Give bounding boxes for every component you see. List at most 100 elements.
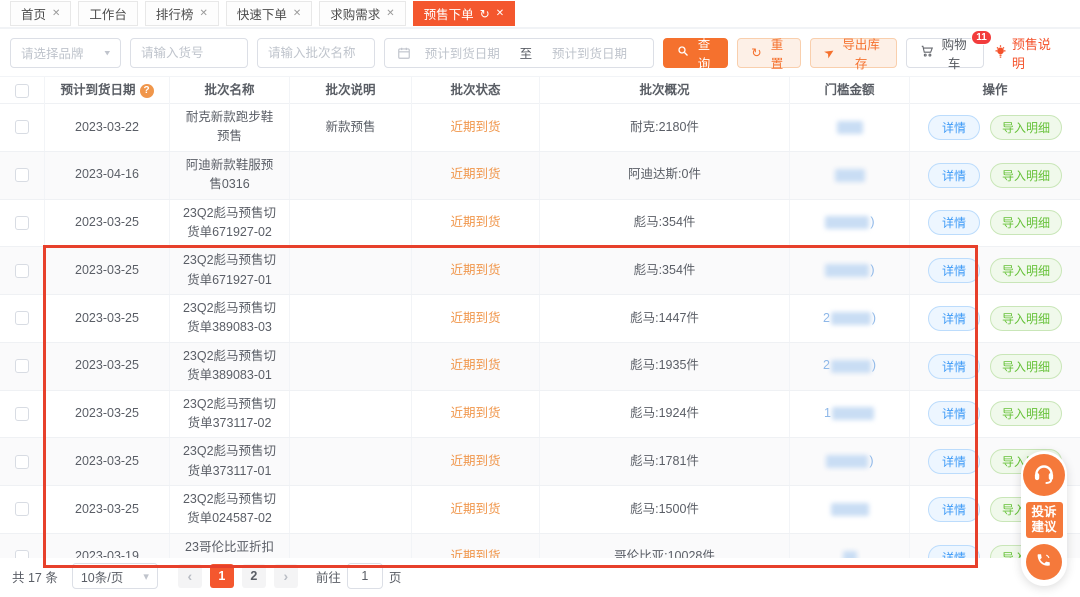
cell-batch-overview: 彪马:1781件	[540, 438, 790, 485]
detail-button[interactable]: 详情	[928, 306, 980, 331]
help-icon[interactable]: ?	[140, 84, 154, 98]
cell-batch-status: 近期到货	[412, 438, 540, 485]
masked-amount-suffix: )	[872, 309, 876, 328]
row-checkbox[interactable]	[15, 502, 29, 516]
tab-0[interactable]: 首页 ✕	[10, 1, 71, 26]
detail-button[interactable]: 详情	[928, 497, 980, 522]
floating-help-widget: 投诉 建议	[1021, 451, 1067, 586]
tab-3[interactable]: 快速下单 ✕	[226, 1, 312, 26]
presale-info-link[interactable]: 预售说明	[993, 34, 1056, 72]
cell-arrival-date: 2023-03-25	[45, 438, 170, 485]
import-detail-button[interactable]: 导入明细	[990, 210, 1062, 235]
detail-button[interactable]: 详情	[928, 163, 980, 188]
bulb-icon	[993, 44, 1008, 62]
row-checkbox[interactable]	[15, 264, 29, 278]
close-icon[interactable]: ✕	[496, 9, 504, 19]
prev-page-button[interactable]: ‹	[178, 564, 202, 588]
tab-4[interactable]: 求购需求 ✕	[319, 1, 405, 26]
tab-label: 排行榜	[156, 4, 194, 23]
cell-batch-name: 耐克新款跑步鞋预售	[170, 104, 290, 151]
import-detail-button[interactable]: 导入明细	[990, 306, 1062, 331]
table-header-row: 预计到货日期 ? 批次名称 批次说明 批次状态 批次概况 门槛金额 操作	[0, 76, 1080, 104]
customer-service-button[interactable]	[1023, 454, 1065, 496]
goto-page-input[interactable]	[347, 563, 383, 589]
cell-batch-status: 近期到货	[412, 486, 540, 533]
cell-batch-name: 23Q2彪马预售切货单373117-01	[170, 438, 290, 485]
cell-batch-overview: 彪马:1447件	[540, 295, 790, 342]
table-row: 2023-03-25 23Q2彪马预售切货单671927-01 近期到货 彪马:…	[0, 247, 1080, 295]
cell-threshold-amount: 2 )	[790, 343, 910, 390]
brand-select[interactable]: 请选择品牌 ▾	[10, 38, 121, 68]
select-all-checkbox[interactable]	[15, 84, 29, 98]
masked-amount-suffix: )	[870, 213, 874, 232]
date-end-placeholder[interactable]: 预计到货日期	[538, 43, 641, 62]
table-row: 2023-03-25 23Q2彪马预售切货单671927-02 近期到货 彪马:…	[0, 200, 1080, 248]
detail-button[interactable]: 详情	[928, 449, 980, 474]
reset-button[interactable]: ↻ 重置	[737, 38, 801, 68]
refresh-icon[interactable]: ↻	[480, 8, 490, 20]
tab-5[interactable]: 预售下单 ↻ ✕	[413, 1, 515, 26]
row-checkbox[interactable]	[15, 168, 29, 182]
masked-amount	[825, 264, 869, 277]
batch-name-input[interactable]	[257, 38, 375, 68]
header-select	[0, 77, 45, 104]
cell-batch-desc	[290, 438, 412, 485]
sku-input[interactable]	[130, 38, 248, 68]
cell-batch-overview: 彪马:1500件	[540, 486, 790, 533]
row-checkbox[interactable]	[15, 216, 29, 230]
cell-arrival-date: 2023-04-16	[45, 152, 170, 199]
row-checkbox[interactable]	[15, 120, 29, 134]
search-button[interactable]: 查询	[663, 38, 728, 68]
row-checkbox[interactable]	[15, 359, 29, 373]
row-checkbox[interactable]	[15, 455, 29, 469]
tab-2[interactable]: 排行榜 ✕	[145, 1, 219, 26]
cell-batch-overview: 彪马:1924件	[540, 391, 790, 438]
masked-amount-prefix: 1	[824, 404, 831, 423]
tab-1[interactable]: 工作台	[78, 1, 138, 26]
masked-amount	[831, 360, 871, 373]
close-icon[interactable]: ✕	[52, 9, 60, 19]
masked-amount	[831, 312, 871, 325]
detail-button[interactable]: 详情	[928, 210, 980, 235]
import-detail-button[interactable]: 导入明细	[990, 163, 1062, 188]
next-page-button[interactable]: ›	[274, 564, 298, 588]
table-row: 2023-03-25 23Q2彪马预售切货单389083-01 近期到货 彪马:…	[0, 343, 1080, 391]
tab-label: 求购需求	[330, 4, 380, 23]
import-detail-button[interactable]: 导入明细	[990, 354, 1062, 379]
cell-batch-desc	[290, 486, 412, 533]
cart-icon	[920, 44, 934, 61]
page-size-select[interactable]: 10条/页 ▾	[72, 563, 158, 589]
cell-batch-name: 23Q2彪马预售切货单373117-02	[170, 391, 290, 438]
cell-batch-overview: 阿迪达斯:0件	[540, 152, 790, 199]
cell-batch-status: 近期到货	[412, 391, 540, 438]
date-start-placeholder[interactable]: 预计到货日期	[411, 43, 514, 62]
detail-button[interactable]: 详情	[928, 115, 980, 140]
import-detail-button[interactable]: 导入明细	[990, 258, 1062, 283]
detail-button[interactable]: 详情	[928, 354, 980, 379]
page-button-1[interactable]: 1	[210, 564, 234, 588]
row-checkbox[interactable]	[15, 311, 29, 325]
cell-arrival-date: 2023-03-22	[45, 104, 170, 151]
close-icon[interactable]: ✕	[293, 9, 301, 19]
detail-button[interactable]: 详情	[928, 258, 980, 283]
cell-batch-desc	[290, 152, 412, 199]
masked-amount-suffix: )	[869, 452, 873, 471]
import-detail-button[interactable]: 导入明细	[990, 115, 1062, 140]
goto-page: 前往 页	[316, 563, 402, 589]
export-inventory-button[interactable]: ➤ 导出库存	[810, 38, 896, 68]
header-batch-name: 批次名称	[170, 77, 290, 104]
import-detail-button[interactable]: 导入明细	[990, 401, 1062, 426]
close-icon[interactable]: ✕	[199, 9, 207, 19]
phone-contact-button[interactable]	[1026, 544, 1062, 580]
complaint-suggestion-button[interactable]: 投诉 建议	[1026, 502, 1063, 538]
table-row: 2023-04-16 阿迪新款鞋服预售0316 近期到货 阿迪达斯:0件 详情 …	[0, 152, 1080, 200]
close-icon[interactable]: ✕	[386, 9, 394, 19]
masked-amount	[835, 169, 865, 182]
detail-button[interactable]: 详情	[928, 401, 980, 426]
row-checkbox[interactable]	[15, 407, 29, 421]
masked-amount	[826, 455, 868, 468]
page-button-2[interactable]: 2	[242, 564, 266, 588]
date-range-picker[interactable]: 预计到货日期 至 预计到货日期	[384, 38, 654, 68]
cart-button[interactable]: 购物车 11	[906, 38, 984, 68]
cell-batch-status: 近期到货	[412, 295, 540, 342]
